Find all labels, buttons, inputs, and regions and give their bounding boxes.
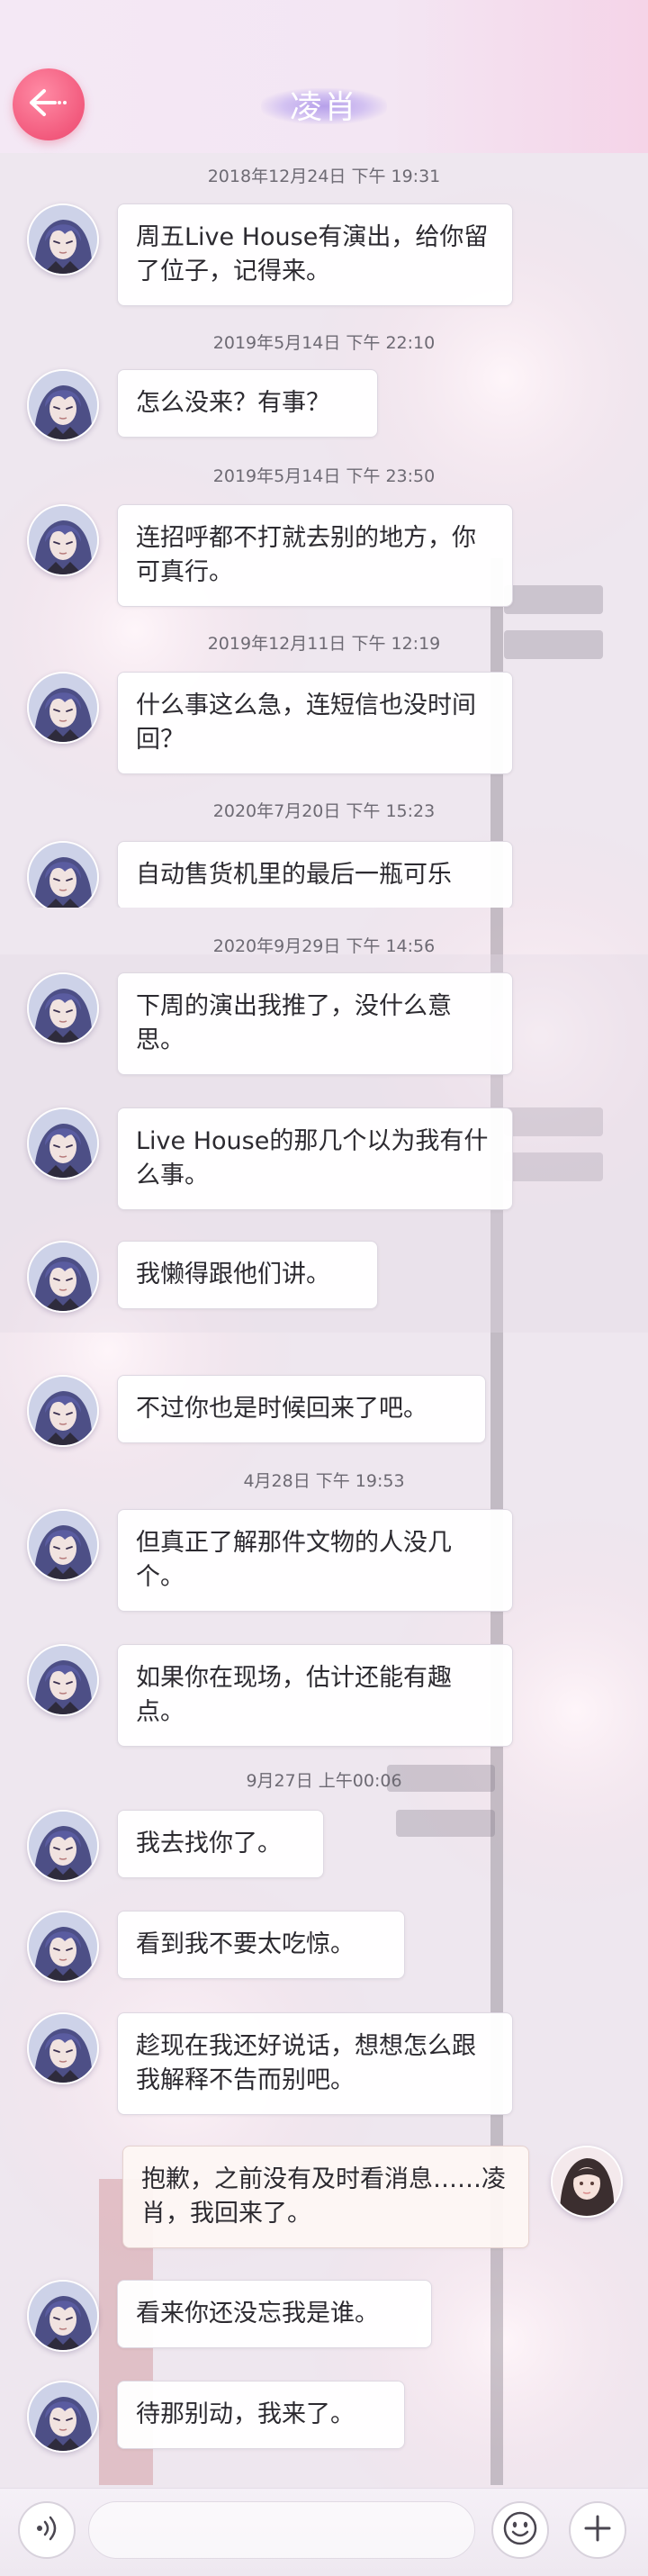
my-avatar[interactable] [551,2146,623,2218]
message-bubble[interactable]: Live House的那几个以为我有什么事。 [117,1107,513,1210]
message-bubble[interactable]: 怎么没来？有事？ [117,369,378,438]
timestamp: 2019年5月14日 下午 22:10 [212,333,436,353]
clipped-message-row: 自动售货机里的最后一瓶可乐 [0,837,648,908]
avatar[interactable] [27,1509,99,1581]
voice-button[interactable] [18,2501,76,2559]
avatar[interactable] [27,2381,99,2453]
message-bubble[interactable]: 什么事这么急，连短信也没时间回？ [117,672,513,774]
message-input[interactable] [88,2501,475,2559]
plus-icon [581,2512,614,2548]
message-bubble[interactable]: 待那别动，我来了。 [117,2381,405,2449]
avatar[interactable] [27,1810,99,1882]
avatar[interactable] [27,972,99,1044]
avatar[interactable] [27,1375,99,1447]
timestamp: 4月28日 下午 19:53 [243,1471,405,1491]
message-bubble[interactable]: 下周的演出我推了，没什么意思。 [117,972,513,1075]
avatar[interactable] [27,1644,99,1716]
avatar[interactable] [27,369,99,441]
avatar[interactable] [27,841,99,908]
avatar[interactable] [27,2280,99,2352]
emoji-icon [502,2510,538,2550]
message-bubble[interactable]: 自动售货机里的最后一瓶可乐 [117,841,513,908]
message-bubble[interactable]: 连招呼都不打就去别的地方，你可真行。 [117,504,513,607]
avatar[interactable] [27,2012,99,2084]
message-bubble[interactable]: 周五Live House有演出，给你留了位子，记得来。 [117,203,513,306]
message-bubble[interactable]: 我懒得跟他们讲。 [117,1241,378,1309]
avatar[interactable] [27,504,99,576]
message-bubble[interactable]: 看到我不要太吃惊。 [117,1911,405,1979]
message-bubble[interactable]: 我去找你了。 [117,1810,324,1878]
avatar[interactable] [27,1241,99,1313]
message-list[interactable]: 2018年12月24日 下午 19:31 周五Live House有演出，给你留… [0,0,648,2576]
message-bubble[interactable]: 但真正了解那件文物的人没几个。 [117,1509,513,1612]
emoji-button[interactable] [491,2501,549,2559]
voice-icon [32,2513,62,2547]
message-bubble[interactable]: 看来你还没忘我是谁。 [117,2280,432,2348]
message-bubble[interactable]: 趁现在我还好说话，想想怎么跟我解释不告而别吧。 [117,2012,513,2115]
timestamp: 2019年12月11日 下午 12:19 [207,634,441,654]
message-bubble-mine[interactable]: 抱歉，之前没有及时看消息……凌肖，我回来了。 [122,2146,529,2248]
message-bubble[interactable]: 不过你也是时候回来了吧。 [117,1375,486,1443]
message-bubble[interactable]: 如果你在现场，估计还能有趣点。 [117,1644,513,1747]
chat-header: 凌肖 [0,0,648,153]
timestamp: 2019年5月14日 下午 23:50 [212,466,436,486]
avatar[interactable] [27,1911,99,1983]
avatar[interactable] [27,1107,99,1180]
avatar[interactable] [27,203,99,276]
page-title: 凌肖 [289,89,358,126]
timestamp: 9月27日 上午00:06 [246,1771,402,1791]
plus-button[interactable] [569,2501,626,2559]
timestamp: 2020年7月20日 下午 15:23 [212,801,436,821]
avatar[interactable] [27,672,99,744]
timestamp: 2018年12月24日 下午 19:31 [207,167,441,186]
timestamp: 2020年9月29日 下午 14:56 [212,936,436,956]
chat-input-bar [0,2488,648,2576]
